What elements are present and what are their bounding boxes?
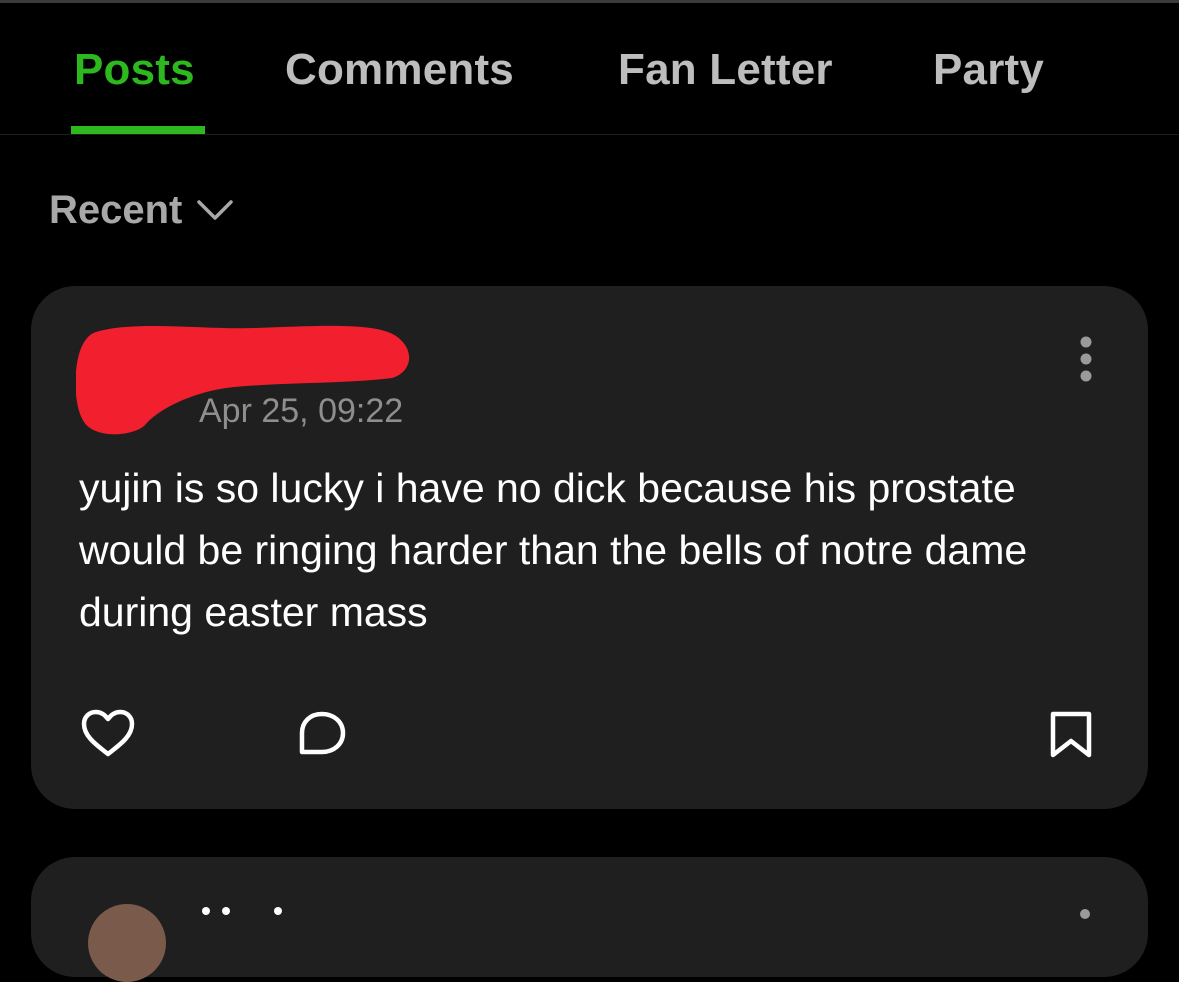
tab-bar: Posts Comments Fan Letter Party (0, 3, 1179, 135)
heart-icon (81, 709, 135, 757)
comment-icon (299, 711, 346, 755)
sort-dropdown[interactable]: Recent (49, 185, 234, 235)
more-options-button[interactable] (1068, 334, 1104, 390)
post-timestamp: Apr 25, 09:22 (199, 392, 404, 430)
author-name-partial (196, 893, 306, 923)
tab-party[interactable]: Party (933, 44, 1044, 96)
sort-label: Recent (49, 188, 183, 232)
bookmark-button[interactable] (1047, 709, 1095, 766)
chevron-down-icon (196, 198, 234, 227)
post-body: yujin is so lucky i have no dick because… (79, 465, 1028, 635)
like-button[interactable] (80, 709, 136, 764)
more-vertical-icon[interactable] (1080, 909, 1090, 919)
tab-fan-letter[interactable]: Fan Letter (618, 44, 833, 96)
tab-comments[interactable]: Comments (285, 44, 514, 96)
active-tab-indicator (71, 126, 205, 134)
comment-button[interactable] (296, 710, 348, 763)
bookmark-icon (1050, 711, 1092, 758)
more-vertical-icon (1080, 336, 1092, 382)
tab-posts[interactable]: Posts (74, 44, 195, 96)
